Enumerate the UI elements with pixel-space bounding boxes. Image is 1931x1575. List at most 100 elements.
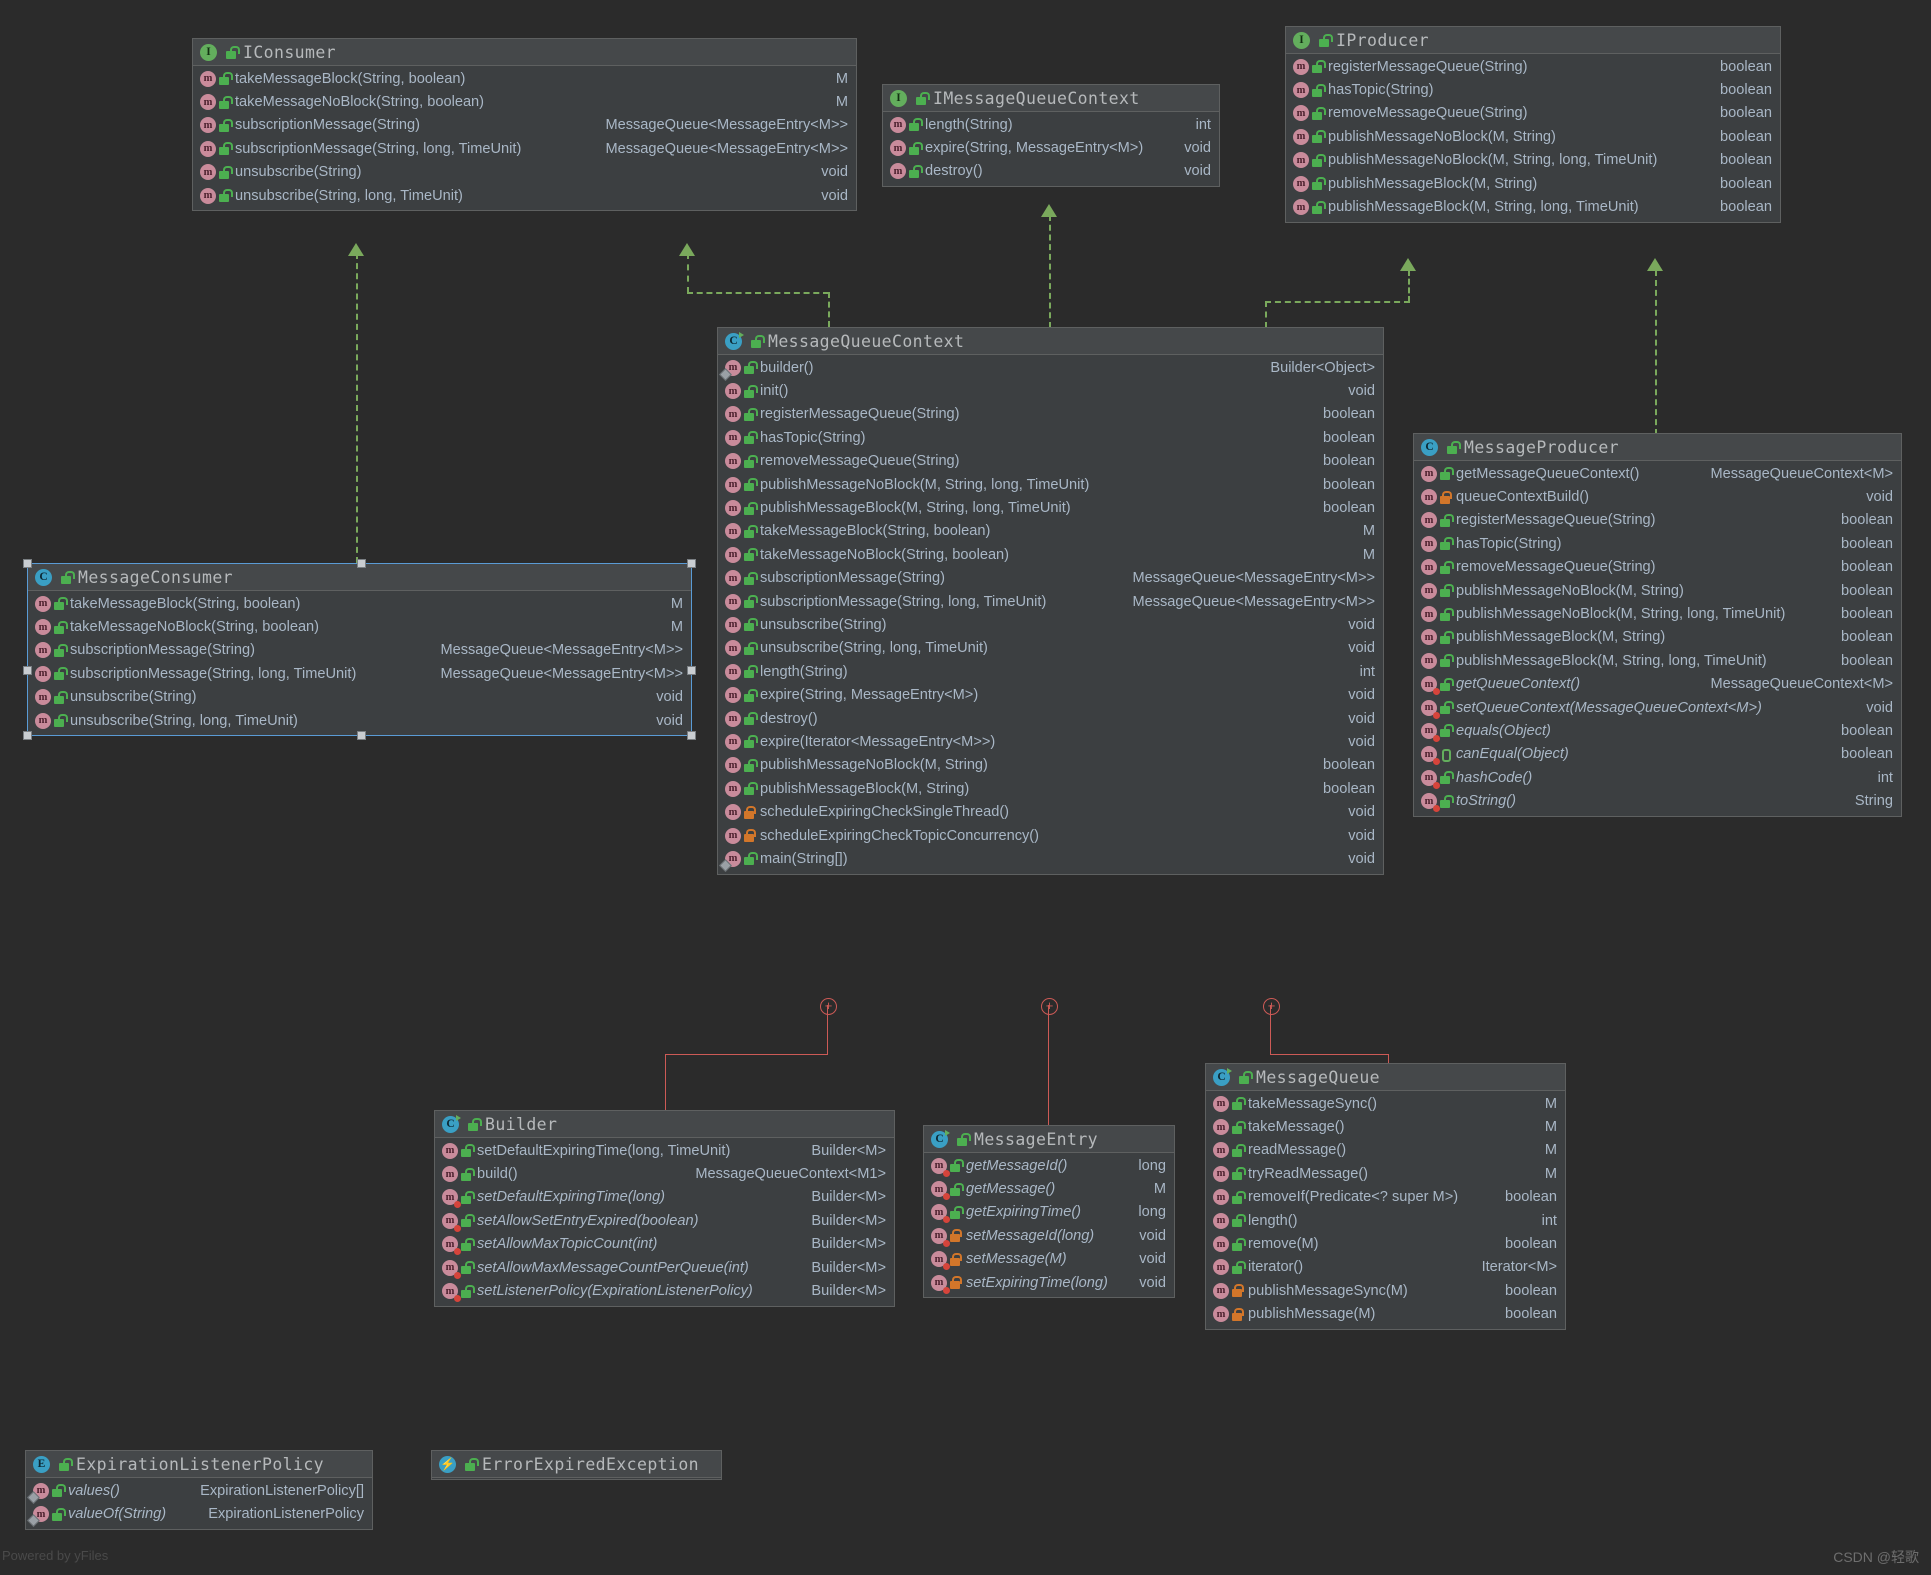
member-row[interactable]: m length(String) int <box>883 113 1219 136</box>
member-row[interactable]: m registerMessageQueue(String) boolean <box>1414 509 1901 532</box>
member-row[interactable]: m equals(Object) boolean <box>1414 719 1901 742</box>
member-row[interactable]: m removeMessageQueue(String) boolean <box>718 450 1383 473</box>
member-row[interactable]: m expire(Iterator<MessageEntry<M>>) void <box>718 730 1383 753</box>
member-row[interactable]: m setListenerPolicy(ExpirationListenerPol… <box>435 1279 894 1303</box>
member-row[interactable]: m publishMessageSync(M) boolean <box>1206 1279 1565 1302</box>
member-row[interactable]: m hasTopic(String) boolean <box>1286 78 1780 101</box>
member-row[interactable]: m getMessageId() long <box>924 1154 1174 1177</box>
member-row[interactable]: m publishMessageBlock(M, String) boolean <box>718 777 1383 800</box>
member-row[interactable]: m publishMessageBlock(M, String) boolean <box>1286 172 1780 195</box>
member-row[interactable]: m setQueueContext(MessageQueueContext<M>)… <box>1414 696 1901 719</box>
member-row[interactable]: m setAllowSetEntryExpired(boolean) Builder… <box>435 1209 894 1232</box>
member-row[interactable]: m subscriptionMessage(String) MessageQueue… <box>193 114 856 137</box>
member-row[interactable]: m publishMessageNoBlock(M, String) boolean <box>1286 125 1780 148</box>
class-box-messageconsumer[interactable]: C MessageConsumer m takeMessageBlock(Stri… <box>23 559 696 741</box>
member-row[interactable]: m takeMessageBlock(String, boolean) M <box>718 520 1383 543</box>
member-row[interactable]: m hashCode() int <box>1414 766 1901 789</box>
member-row[interactable]: m removeIf(Predicate<? super M>) boolean <box>1206 1186 1565 1209</box>
member-row[interactable]: m build() MessageQueueContext<M1> <box>435 1162 894 1185</box>
member-row[interactable]: m queueContextBuild() void <box>1414 485 1901 508</box>
member-row[interactable]: m expire(String, MessageEntry<M>) void <box>883 136 1219 159</box>
member-row[interactable]: m scheduleExpiringCheckTopicConcurrency()… <box>718 824 1383 847</box>
member-row[interactable]: m removeMessageQueue(String) boolean <box>1286 102 1780 125</box>
member-row[interactable]: m expire(String, MessageEntry<M>) void <box>718 683 1383 706</box>
selection-handle-tc[interactable] <box>357 559 366 568</box>
member-row[interactable]: m getExpiringTime() long <box>924 1201 1174 1224</box>
member-row[interactable]: m remove(M) boolean <box>1206 1232 1565 1255</box>
member-row[interactable]: m getMessage() M <box>924 1177 1174 1201</box>
member-row[interactable]: m removeMessageQueue(String) boolean <box>1414 556 1901 579</box>
selection-handle-mr[interactable] <box>687 666 696 675</box>
member-row[interactable]: m publishMessageNoBlock(M, String, long, … <box>1286 149 1780 172</box>
member-row[interactable]: m unsubscribe(String) void <box>718 613 1383 636</box>
member-row[interactable]: m main(String[]) void <box>718 847 1383 870</box>
member-row[interactable]: m values() ExpirationListenerPolicy[] <box>26 1479 372 1502</box>
member-row[interactable]: m publishMessageBlock(M, String, long, Ti… <box>718 496 1383 519</box>
member-row[interactable]: m subscriptionMessage(String) MessageQueue… <box>718 567 1383 590</box>
member-row[interactable]: m setDefaultExpiringTime(long, TimeUnit) B… <box>435 1139 894 1162</box>
member-row[interactable]: m publishMessageNoBlock(M, String, long, … <box>718 473 1383 496</box>
member-row[interactable]: m publishMessageNoBlock(M, String) boolean <box>1414 579 1901 602</box>
class-box-errorexpiredexception[interactable]: ⚡ ErrorExpiredException <box>431 1450 722 1480</box>
member-row[interactable]: m toString() String <box>1414 789 1901 813</box>
member-row[interactable]: m subscriptionMessage(String) MessageQueue… <box>28 639 691 662</box>
member-row[interactable]: m setExpiringTime(long) void <box>924 1271 1174 1294</box>
member-row[interactable]: m hasTopic(String) boolean <box>1414 532 1901 555</box>
member-row[interactable]: m setAllowMaxMessageCountPerQueue(int) Bui… <box>435 1256 894 1279</box>
member-row[interactable]: m getQueueContext() MessageQueueContext<M> <box>1414 673 1901 696</box>
member-row[interactable]: m tryReadMessage() M <box>1206 1162 1565 1185</box>
member-row[interactable]: m unsubscribe(String) void <box>28 686 691 709</box>
member-row[interactable]: m length() int <box>1206 1209 1565 1232</box>
member-row[interactable]: m setDefaultExpiringTime(long) Builder<M> <box>435 1186 894 1209</box>
selection-handle-ml[interactable] <box>23 666 32 675</box>
class-box-messageproducer[interactable]: C MessageProducer m getMessageQueueContex… <box>1413 433 1902 817</box>
member-row[interactable]: m takeMessageBlock(String, boolean) M <box>193 67 856 90</box>
member-row[interactable]: m takeMessageNoBlock(String, boolean) M <box>28 615 691 638</box>
member-row[interactable]: m takeMessageNoBlock(String, boolean) M <box>718 543 1383 566</box>
member-row[interactable]: m setMessageId(long) void <box>924 1224 1174 1247</box>
class-box-expirationlistenerpolicy[interactable]: E ExpirationListenerPolicy m values() Expi… <box>25 1450 373 1530</box>
member-row[interactable]: m canEqual(Object) boolean <box>1414 743 1901 766</box>
class-box-messagequeuecontext[interactable]: C MessageQueueContext m builder() Builder<… <box>717 327 1384 875</box>
selection-handle-bc[interactable] <box>357 731 366 741</box>
member-row[interactable]: m getMessageQueueContext() MessageQueueCon… <box>1414 462 1901 485</box>
class-box-imessagequeuecontext[interactable]: I IMessageQueueContext m length(String) in… <box>882 84 1220 188</box>
class-box-iproducer[interactable]: I IProducer m registerMessageQueue(String… <box>1285 26 1781 223</box>
member-row[interactable]: m unsubscribe(String, long, TimeUnit) void <box>28 709 691 732</box>
member-row[interactable]: m publishMessageNoBlock(M, String, long, … <box>1414 602 1901 625</box>
member-row[interactable]: m destroy() void <box>883 160 1219 183</box>
selection-handle-tl[interactable] <box>23 559 32 568</box>
member-row[interactable]: m scheduleExpiringCheckSingleThread() void <box>718 800 1383 823</box>
member-row[interactable]: m unsubscribe(String, long, TimeUnit) void <box>718 637 1383 660</box>
member-row[interactable]: m setMessage(M) void <box>924 1248 1174 1271</box>
member-row[interactable]: m publishMessageBlock(M, String, long, Ti… <box>1414 649 1901 672</box>
class-box-messagequeue[interactable]: C MessageQueue m takeMessageSync() Mm takeM… <box>1205 1063 1566 1330</box>
member-row[interactable]: m builder() Builder<Object> <box>718 356 1383 379</box>
member-row[interactable]: m unsubscribe(String) void <box>193 161 856 184</box>
selection-handle-bl[interactable] <box>23 731 32 741</box>
member-row[interactable]: m takeMessageBlock(String, boolean) M <box>28 592 691 615</box>
member-row[interactable]: m subscriptionMessage(String, long, TimeU… <box>28 662 691 685</box>
class-box-messageentry[interactable]: C MessageEntry m getMessageId() long m getMe… <box>923 1125 1175 1299</box>
member-row[interactable]: m hasTopic(String) boolean <box>718 426 1383 449</box>
member-row[interactable]: m subscriptionMessage(String, long, TimeU… <box>718 590 1383 613</box>
member-row[interactable]: m destroy() void <box>718 707 1383 730</box>
member-row[interactable]: m publishMessageBlock(M, String, long, Ti… <box>1286 195 1780 218</box>
member-row[interactable]: m takeMessage() M <box>1206 1115 1565 1138</box>
member-row[interactable]: m takeMessageNoBlock(String, boolean) M <box>193 90 856 113</box>
member-row[interactable]: m readMessage() M <box>1206 1139 1565 1162</box>
selection-handle-br[interactable] <box>687 731 696 741</box>
class-box-iconsumer[interactable]: I IConsumer m takeMessageBlock(String, bo… <box>192 38 857 212</box>
member-row[interactable]: m length(String) int <box>718 660 1383 683</box>
member-row[interactable]: m publishMessageNoBlock(M, String) boolean <box>718 754 1383 777</box>
member-row[interactable]: m publishMessage(M) boolean <box>1206 1303 1565 1326</box>
member-row[interactable]: m valueOf(String) ExpirationListenerPolicy <box>26 1502 372 1525</box>
member-row[interactable]: m iterator() Iterator<M> <box>1206 1256 1565 1279</box>
member-row[interactable]: m takeMessageSync() M <box>1206 1092 1565 1115</box>
member-row[interactable]: m setAllowMaxTopicCount(int) Builder<M> <box>435 1233 894 1256</box>
member-row[interactable]: m unsubscribe(String, long, TimeUnit) void <box>193 184 856 207</box>
member-row[interactable]: m publishMessageBlock(M, String) boolean <box>1414 626 1901 649</box>
selection-handle-tr[interactable] <box>687 559 696 568</box>
member-row[interactable]: m registerMessageQueue(String) boolean <box>1286 55 1780 78</box>
member-row[interactable]: m registerMessageQueue(String) boolean <box>718 403 1383 426</box>
